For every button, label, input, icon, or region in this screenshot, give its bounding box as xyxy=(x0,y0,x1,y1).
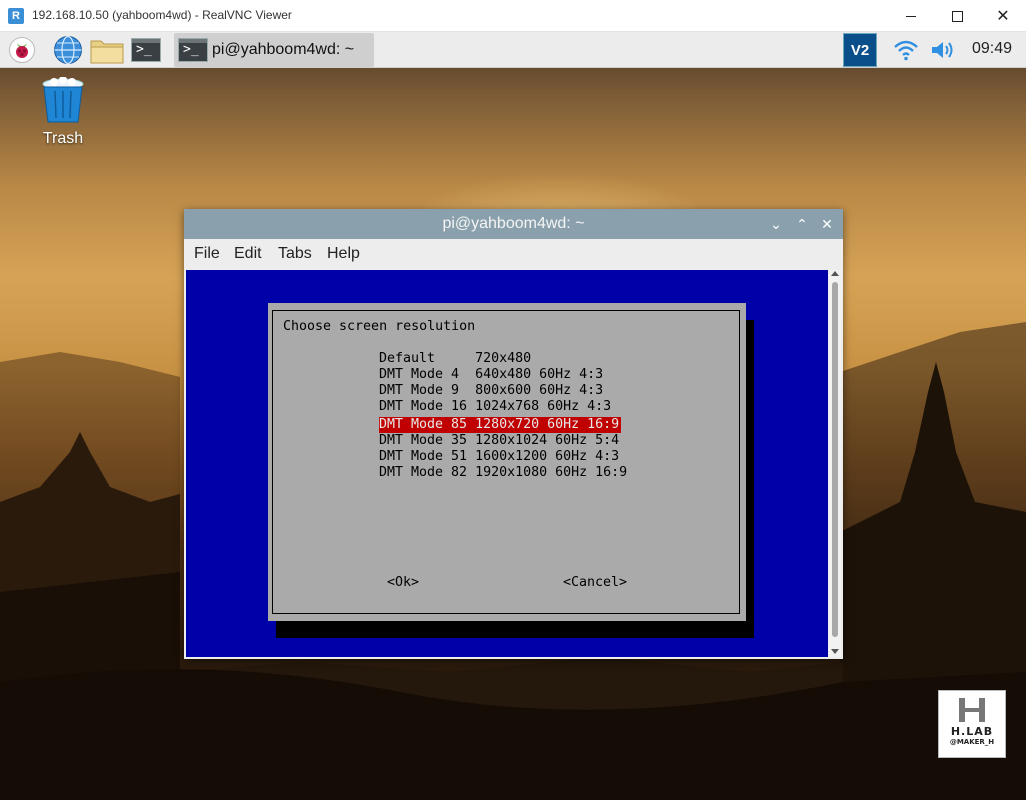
file-manager-icon xyxy=(90,40,124,64)
volume-tray-button[interactable] xyxy=(928,34,960,66)
file-manager-launcher[interactable] xyxy=(90,34,124,66)
cancel-button[interactable]: <Cancel> xyxy=(563,575,627,590)
vnc-server-tray-icon[interactable]: V2 xyxy=(843,33,877,67)
ok-button[interactable]: <Ok> xyxy=(387,575,419,590)
terminal-icon: >_ xyxy=(178,38,208,62)
maximize-icon xyxy=(951,10,963,22)
terminal-scrollbar[interactable] xyxy=(829,270,841,657)
scrollbar-thumb[interactable] xyxy=(832,282,838,637)
raspberry-menu-icon xyxy=(9,37,35,63)
maximize-button[interactable] xyxy=(934,4,980,28)
menu-tabs[interactable]: Tabs xyxy=(278,245,312,263)
hlab-h-icon xyxy=(957,697,987,723)
terminal-maximize-button[interactable]: ⌃ xyxy=(792,214,812,234)
terminal-window[interactable]: pi@yahboom4wd: ~ ⌄ ⌃ ✕ File Edit Tabs He… xyxy=(184,209,843,659)
watermark-subtitle: @MAKER_H xyxy=(949,738,995,746)
menu-help[interactable]: Help xyxy=(327,245,360,263)
menu-file[interactable]: File xyxy=(194,245,220,263)
clock[interactable]: 09:49 xyxy=(972,40,1012,58)
volume-icon xyxy=(932,42,953,58)
list-item[interactable]: DMT Mode 82 1920x1080 60Hz 16:9 xyxy=(379,465,629,481)
terminal-minimize-button[interactable]: ⌄ xyxy=(766,214,786,234)
vnc-titlebar: R 192.168.10.50 (yahboom4wd) - RealVNC V… xyxy=(0,0,1026,32)
scroll-up-arrow-icon[interactable] xyxy=(831,271,839,276)
terminal-title: pi@yahboom4wd: ~ xyxy=(442,215,585,232)
trash-icon xyxy=(42,76,84,123)
resolution-dialog: Choose screen resolution Default 720x480… xyxy=(268,303,746,621)
close-icon: ✕ xyxy=(821,216,833,232)
desktop-icon-label: Trash xyxy=(42,130,84,147)
taskbar-panel: >_ >_ pi@yahboom4wd: ~ V2 09:49 xyxy=(0,32,1026,68)
wifi-icon xyxy=(894,40,918,61)
raspberry-menu-button[interactable] xyxy=(6,34,38,66)
close-icon: ✕ xyxy=(996,8,1010,25)
close-button[interactable]: ✕ xyxy=(980,4,1026,28)
terminal-launcher[interactable]: >_ xyxy=(130,34,162,66)
resolution-list[interactable]: Default 720x480 DMT Mode 4 640x480 60Hz … xyxy=(379,351,629,481)
web-browser-icon xyxy=(54,35,82,65)
dialog-title: Choose screen resolution xyxy=(283,319,476,334)
web-browser-launcher[interactable] xyxy=(52,34,84,66)
menu-edit[interactable]: Edit xyxy=(234,245,262,263)
chevron-down-icon: ⌄ xyxy=(770,216,782,232)
realvnc-app-icon: R xyxy=(8,8,24,24)
wifi-tray-button[interactable] xyxy=(890,34,922,66)
list-item[interactable]: DMT Mode 35 1280x1024 60Hz 5:4 xyxy=(379,433,629,449)
terminal-menubar: File Edit Tabs Help xyxy=(184,239,843,269)
list-item[interactable]: DMT Mode 9 800x600 60Hz 4:3 xyxy=(379,383,629,399)
window-title: 192.168.10.50 (yahboom4wd) - RealVNC Vie… xyxy=(32,8,292,22)
watermark-title: H.LAB xyxy=(950,725,994,738)
terminal-icon: >_ xyxy=(131,38,161,62)
remote-desktop[interactable]: >_ >_ pi@yahboom4wd: ~ V2 09:49 Trash pi… xyxy=(0,32,1026,800)
hlab-watermark-logo: H.LAB @MAKER_H xyxy=(938,690,1006,758)
scroll-down-arrow-icon[interactable] xyxy=(831,649,839,654)
minimize-icon xyxy=(906,15,916,17)
taskbar-item-terminal[interactable]: >_ pi@yahboom4wd: ~ xyxy=(174,33,374,67)
terminal-titlebar[interactable]: pi@yahboom4wd: ~ ⌄ ⌃ ✕ xyxy=(184,209,843,239)
list-item[interactable]: DMT Mode 51 1600x1200 60Hz 4:3 xyxy=(379,449,629,465)
list-item-selected[interactable]: DMT Mode 85 1280x720 60Hz 16:9 xyxy=(379,417,622,433)
desktop-icon-trash[interactable]: Trash xyxy=(20,76,106,148)
terminal-body[interactable]: Choose screen resolution Default 720x480… xyxy=(186,270,828,657)
terminal-close-button[interactable]: ✕ xyxy=(817,214,837,234)
taskbar-item-label: pi@yahboom4wd: ~ xyxy=(212,41,355,58)
list-item[interactable]: Default 720x480 xyxy=(379,351,629,367)
chevron-up-icon: ⌃ xyxy=(796,216,808,232)
minimize-button[interactable] xyxy=(888,4,934,28)
list-item[interactable]: DMT Mode 4 640x480 60Hz 4:3 xyxy=(379,367,629,383)
list-item[interactable]: DMT Mode 16 1024x768 60Hz 4:3 xyxy=(379,399,629,415)
